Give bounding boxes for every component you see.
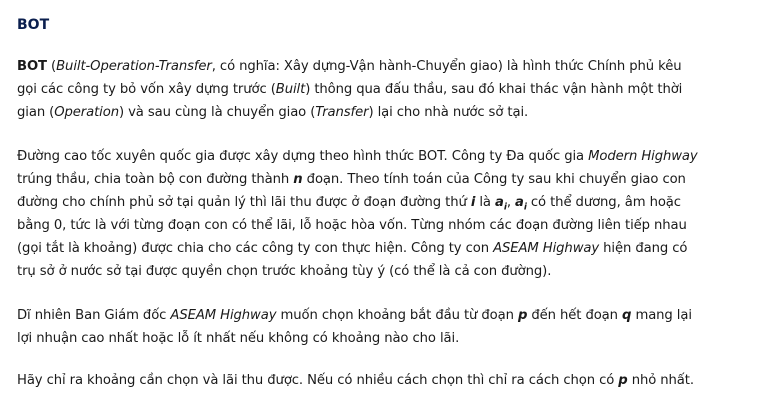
text: nhỏ nhất. bbox=[627, 373, 694, 388]
line: đường cho chính phủ sở tại quản lý thì l… bbox=[17, 191, 759, 214]
line: bằng 0, tức là với từng đoạn con có thể … bbox=[17, 214, 759, 237]
problem-title: BOT bbox=[17, 17, 50, 33]
text: ) lại cho nhà nước sở tại. bbox=[368, 105, 529, 120]
text: gọi các công ty bỏ vốn xây dựng trước ( bbox=[17, 82, 276, 97]
line: gọi các công ty bỏ vốn xây dựng trước (B… bbox=[17, 78, 759, 101]
term-bot: BOT bbox=[17, 59, 47, 74]
variable-n: n bbox=[293, 172, 303, 187]
text: gian ( bbox=[17, 105, 55, 120]
text: trúng thầu, chia toàn bộ con đường thành bbox=[17, 172, 294, 187]
term-operation: Operation bbox=[54, 105, 119, 120]
text: (gọi tắt là khoảng) được chia cho các cô… bbox=[17, 241, 494, 256]
line: (gọi tắt là khoảng) được chia cho các cô… bbox=[17, 237, 759, 260]
text: đoạn. Theo tính toán của Công ty sau khi… bbox=[302, 172, 686, 187]
text: ( bbox=[46, 59, 57, 74]
term-transfer: Transfer bbox=[315, 105, 369, 120]
text: bằng 0, tức là với từng đoạn con có thể … bbox=[17, 218, 687, 233]
paragraph-highway-description: Đường cao tốc xuyên quốc gia được xây dự… bbox=[17, 145, 759, 283]
text: muốn chọn khoảng bắt đầu từ đoạn bbox=[276, 308, 518, 323]
paragraph-bot-definition: BOT (Built-Operation-Transfer, có nghĩa:… bbox=[17, 55, 759, 124]
line: gian (Operation) và sau cùng là chuyển g… bbox=[17, 101, 759, 124]
company-modern-highway: Modern Highway bbox=[588, 149, 698, 164]
paragraph-task: Hãy chỉ ra khoảng cần chọn và lãi thu đư… bbox=[17, 369, 759, 392]
text: Hãy chỉ ra khoảng cần chọn và lãi thu đư… bbox=[17, 373, 619, 388]
variable-p: p bbox=[618, 373, 628, 388]
text: đường cho chính phủ sở tại quản lý thì l… bbox=[17, 195, 471, 210]
text: trụ sở ở nước sở tại được quyền chọn trư… bbox=[17, 264, 552, 279]
text: là bbox=[475, 195, 495, 210]
text: đến hết đoạn bbox=[527, 308, 623, 323]
line: Đường cao tốc xuyên quốc gia được xây dự… bbox=[17, 145, 759, 168]
text: ) thông qua đấu thầu, sau đó khai thác v… bbox=[305, 82, 683, 97]
term-built: Built bbox=[275, 82, 306, 97]
line: BOT (Built-Operation-Transfer, có nghĩa:… bbox=[17, 55, 759, 78]
text: ) và sau cùng là chuyển giao ( bbox=[118, 105, 316, 120]
text: Đường cao tốc xuyên quốc gia được xây dự… bbox=[17, 149, 589, 164]
line: Dĩ nhiên Ban Giám đốc ASEAM Highway muốn… bbox=[17, 304, 759, 327]
text: lợi nhuận cao nhất hoặc lỗ ít nhất nếu k… bbox=[17, 331, 460, 346]
text: , có nghĩa: Xây dựng-Vận hành-Chuyển gia… bbox=[211, 59, 682, 74]
term-built-operation-transfer: Built-Operation-Transfer bbox=[56, 59, 212, 74]
company-aseam-highway: ASEAM Highway bbox=[493, 241, 600, 256]
line: trụ sở ở nước sở tại được quyền chọn trư… bbox=[17, 260, 759, 283]
variable-q: q bbox=[622, 308, 632, 323]
text: mang lại bbox=[631, 308, 692, 323]
company-aseam-highway: ASEAM Highway bbox=[170, 308, 277, 323]
line: trúng thầu, chia toàn bộ con đường thành… bbox=[17, 168, 759, 191]
text: có thể dương, âm hoặc bbox=[526, 195, 681, 210]
text: Dĩ nhiên Ban Giám đốc bbox=[17, 308, 171, 323]
variable-a: a bbox=[495, 195, 504, 210]
line: Hãy chỉ ra khoảng cần chọn và lãi thu đư… bbox=[17, 369, 759, 392]
text: , bbox=[506, 195, 515, 210]
variable-p: p bbox=[517, 308, 528, 323]
text: hiện đang có bbox=[599, 241, 688, 256]
variable-a: a bbox=[515, 195, 524, 210]
line: lợi nhuận cao nhất hoặc lỗ ít nhất nếu k… bbox=[17, 327, 759, 350]
paragraph-management-goal: Dĩ nhiên Ban Giám đốc ASEAM Highway muốn… bbox=[17, 304, 759, 350]
